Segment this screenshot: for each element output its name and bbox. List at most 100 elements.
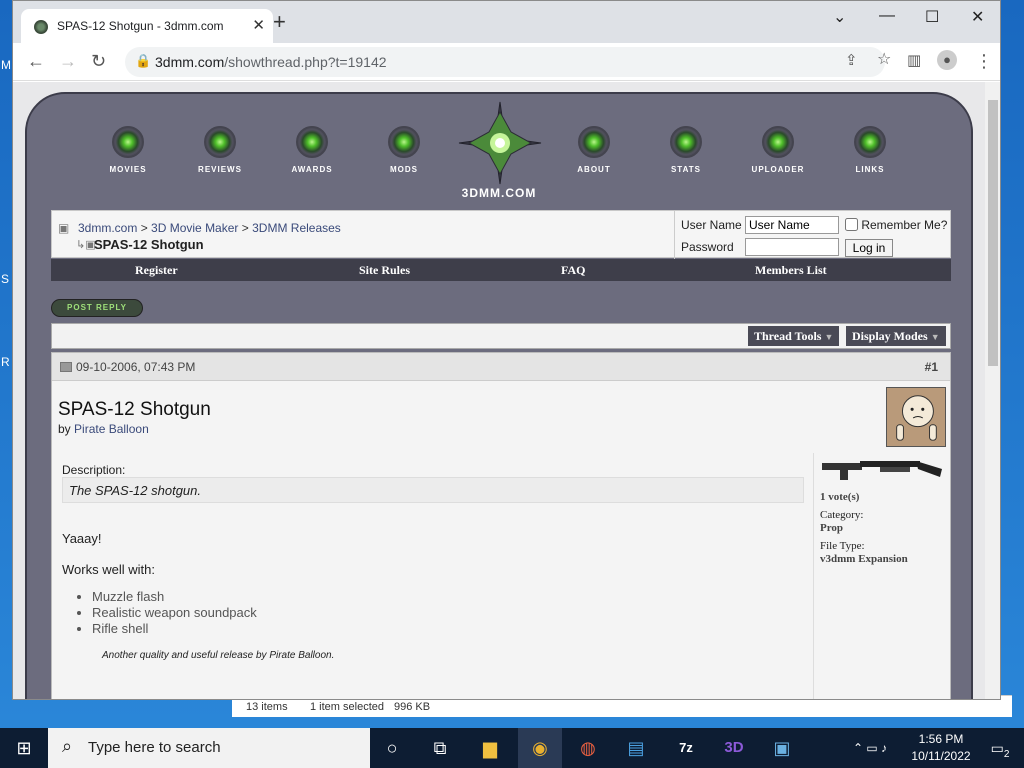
nav-awards[interactable]: AWARDS (277, 126, 347, 174)
app-window-icon[interactable]: ▤ (614, 728, 658, 768)
cortana-icon[interactable]: ○ (370, 728, 414, 768)
start-windows-icon[interactable]: ⊞ (2, 728, 46, 768)
tab-title: SPAS-12 Shotgun - 3dmm.com (57, 19, 224, 33)
post-header: 09-10-2006, 07:43 PM #1 (52, 353, 950, 381)
shotgun-thumbnail[interactable] (820, 455, 944, 485)
display-modes-button[interactable]: Display Modes ▼ (846, 326, 946, 346)
maximize-button[interactable]: ☐ (925, 7, 939, 27)
chevron-down-icon: ▼ (930, 332, 940, 342)
3dmm-icon[interactable]: 3D (712, 728, 756, 768)
close-button[interactable]: ✕ (971, 7, 984, 27)
forward-icon[interactable]: → (59, 51, 77, 71)
thread-toolstrip: Thread Tools ▼ Display Modes ▼ (51, 323, 951, 349)
chrome-icon[interactable]: ◉ (518, 728, 562, 768)
tab-close-icon[interactable]: ✕ (252, 16, 265, 34)
nav-label: REVIEWS (198, 165, 242, 174)
nav-uploader[interactable]: UPLOADER (743, 126, 813, 174)
post-byline: by Pirate Balloon (58, 422, 149, 436)
new-tab-button[interactable]: + (273, 11, 286, 33)
list-item: Muzzle flash (92, 589, 334, 604)
remember-label: Remember Me? (861, 218, 948, 232)
taskbar: ⊞ ⌕ Type here to search ○ ⧉ ▆ ◉ ◍ ▤ 7z 3… (0, 728, 1024, 768)
orb-icon (854, 126, 886, 158)
nav-label: STATS (670, 165, 702, 174)
compatibility-list: Muzzle flash Realistic weapon soundpack … (92, 589, 334, 636)
nav-label: LINKS (855, 165, 885, 174)
breadcrumb-3dmm[interactable]: 3D Movie Maker (151, 221, 238, 235)
nav-mods[interactable]: MODS (369, 126, 439, 174)
menu-register[interactable]: Register (135, 263, 178, 278)
reload-icon[interactable]: ↻ (91, 51, 106, 71)
thread-title[interactable]: SPAS-12 Shotgun (94, 237, 204, 252)
filetype-value: v3dmm Expansion (820, 553, 908, 565)
breadcrumb-releases[interactable]: 3DMM Releases (252, 221, 341, 235)
filetype-label: File Type: (820, 540, 865, 552)
post-text: Works well with: (62, 562, 155, 577)
taskbar-search[interactable]: ⌕ Type here to search (48, 728, 370, 768)
signature: Another quality and useful release by Pi… (102, 650, 335, 661)
menu-faq[interactable]: FAQ (561, 263, 585, 278)
explorer-item-count: 13 items (246, 701, 288, 713)
site-name[interactable]: 3DMM.COM (27, 186, 971, 200)
nav-movies[interactable]: MOVIES (93, 126, 163, 174)
breadcrumb-sep: > (241, 221, 249, 235)
tab-active[interactable]: SPAS-12 Shotgun - 3dmm.com ✕ (21, 9, 273, 43)
network-app-icon[interactable]: ▣ (760, 728, 804, 768)
explorer-selected: 1 item selected (310, 701, 384, 713)
explorer-size: 996 KB (394, 701, 431, 713)
menu-kebab-icon[interactable]: ⋮ (975, 51, 993, 71)
password-label: Password (681, 240, 734, 254)
thread-icon: ↳▣ (76, 239, 96, 251)
thread-tools-label: Thread Tools (754, 329, 822, 343)
address-bar[interactable]: 🔒 3dmm.com/showthread.php?t=19142 ⇪ ☆ (125, 47, 891, 77)
app-icon[interactable]: ◍ (566, 728, 610, 768)
post-number[interactable]: #1 (925, 360, 938, 374)
back-icon[interactable]: ← (27, 51, 45, 71)
post-reply-button[interactable]: POST REPLY (51, 299, 143, 317)
notification-icon[interactable]: ▭2 (978, 728, 1022, 768)
breadcrumb-home[interactable]: 3dmm.com (78, 221, 137, 235)
clock[interactable]: 1:56 PM 10/11/2022 (908, 731, 974, 765)
description-box: The SPAS-12 shotgun. (62, 477, 804, 503)
task-view-icon[interactable]: ⧉ (418, 728, 462, 768)
vertical-scrollbar[interactable] (985, 82, 1000, 699)
post-title: SPAS-12 Shotgun (58, 399, 211, 420)
search-icon: ⌕ (62, 736, 73, 756)
compass-logo-icon[interactable] (457, 100, 543, 186)
7zip-icon[interactable]: 7z (664, 728, 708, 768)
tab-strip: SPAS-12 Shotgun - 3dmm.com ✕ + ⌄ — ☐ ✕ (13, 1, 1000, 43)
nav-reviews[interactable]: REVIEWS (185, 126, 255, 174)
author-link[interactable]: Pirate Balloon (74, 422, 149, 436)
username-input[interactable] (745, 216, 839, 234)
avatar[interactable] (886, 387, 946, 447)
remember-me[interactable]: Remember Me? (845, 218, 947, 232)
orb-icon (578, 126, 610, 158)
minimize-button[interactable]: — (879, 7, 895, 25)
nav-stats[interactable]: STATS (651, 126, 721, 174)
nav-links[interactable]: LINKS (835, 126, 905, 174)
system-tray-icons[interactable]: ⌃ ▭ ♪ (830, 728, 910, 768)
post-text: Yaaay! (62, 531, 102, 546)
folder-icon[interactable]: ▣ (58, 221, 69, 235)
category-label: Category: (820, 509, 864, 521)
notification-count: 2 (1003, 748, 1010, 760)
nav-about[interactable]: ABOUT (559, 126, 629, 174)
login-button[interactable]: Log in (845, 239, 893, 257)
remember-checkbox[interactable] (845, 218, 858, 231)
tab-search-icon[interactable]: ⌄ (833, 7, 846, 27)
menu-site-rules[interactable]: Site Rules (359, 263, 410, 278)
scrollbar-thumb[interactable] (988, 100, 998, 366)
display-modes-label: Display Modes (852, 329, 928, 343)
desktop-icon-label: S (1, 272, 10, 286)
thread-tools-button[interactable]: Thread Tools ▼ (748, 326, 840, 346)
file-explorer-icon[interactable]: ▆ (468, 728, 512, 768)
menu-members-list[interactable]: Members List (755, 263, 827, 278)
orb-icon (388, 126, 420, 158)
orb-icon (204, 126, 236, 158)
profile-icon[interactable]: ● (937, 50, 957, 70)
share-icon[interactable]: ⇪ (845, 51, 858, 71)
lock-icon[interactable]: 🔒 (135, 53, 151, 69)
bookmark-star-icon[interactable]: ☆ (877, 50, 891, 70)
password-input[interactable] (745, 238, 839, 256)
side-panel-icon[interactable]: ▥ (907, 51, 921, 71)
